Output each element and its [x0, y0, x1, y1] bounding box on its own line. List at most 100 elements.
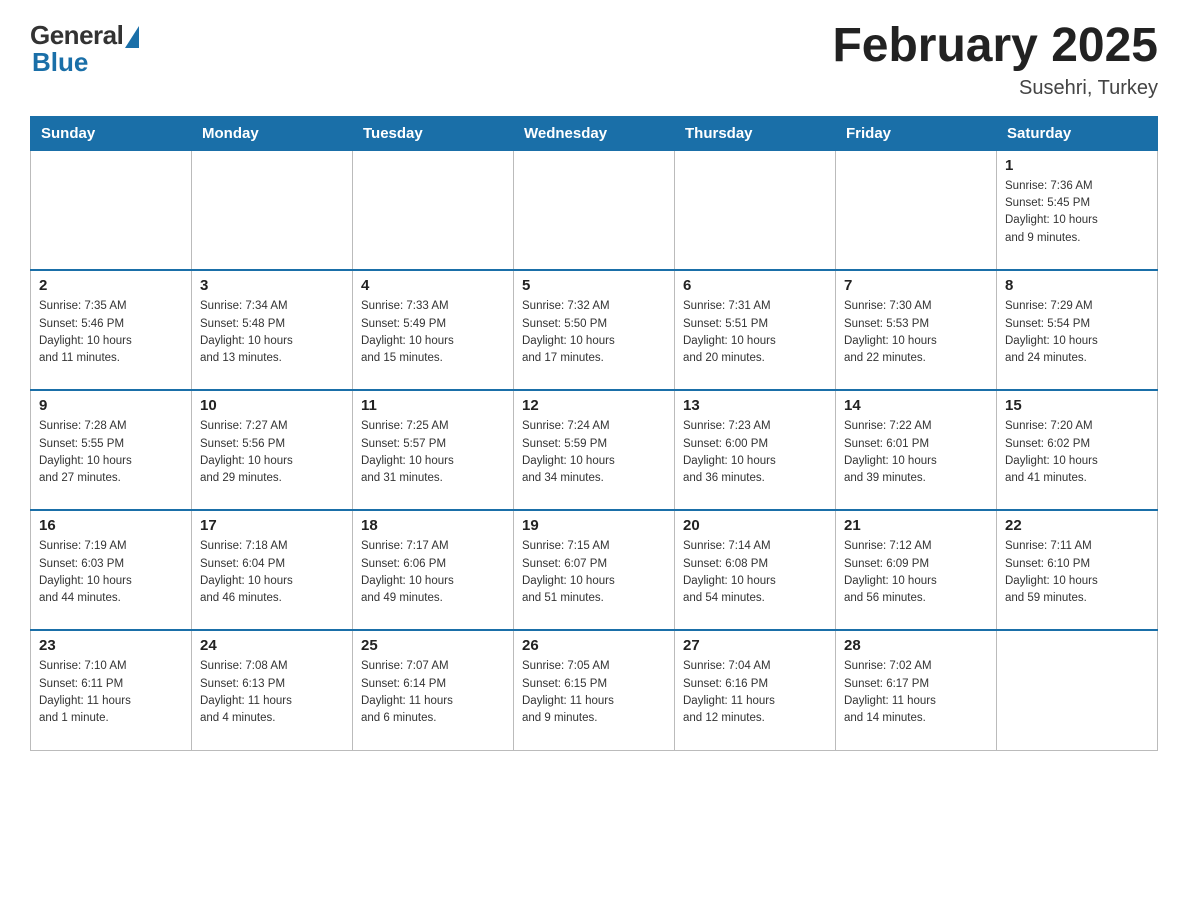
day-number: 8 [1005, 277, 1149, 294]
calendar-cell: 4 Sunrise: 7:33 AM Sunset: 5:49 PM Daylig… [353, 270, 514, 390]
day-info: Sunrise: 7:08 AM Sunset: 6:13 PM Dayligh… [200, 658, 344, 727]
calendar-cell: 22 Sunrise: 7:11 AM Sunset: 6:10 PM Dayli… [997, 510, 1158, 630]
col-header-tuesday: Tuesday [353, 116, 514, 150]
calendar-header-row: SundayMondayTuesdayWednesdayThursdayFrid… [31, 116, 1158, 150]
day-info: Sunrise: 7:05 AM Sunset: 6:15 PM Dayligh… [522, 658, 666, 727]
day-info: Sunrise: 7:28 AM Sunset: 5:55 PM Dayligh… [39, 418, 183, 487]
day-number: 21 [844, 517, 988, 534]
calendar-cell: 16Sunrise: 7:19 AM Sunset: 6:03 PM Dayli… [31, 510, 192, 630]
day-number: 1 [1005, 157, 1149, 174]
day-number: 18 [361, 517, 505, 534]
page-header: General Blue February 2025 Susehri, Turk… [30, 20, 1158, 100]
day-number: 27 [683, 637, 827, 654]
calendar-cell: 3 Sunrise: 7:34 AM Sunset: 5:48 PM Daylig… [192, 270, 353, 390]
day-info: Sunrise: 7:02 AM Sunset: 6:17 PM Dayligh… [844, 658, 988, 727]
day-number: 5 [522, 277, 666, 294]
calendar-cell: 9 Sunrise: 7:28 AM Sunset: 5:55 PM Daylig… [31, 390, 192, 510]
day-info: Sunrise: 7:36 AM Sunset: 5:45 PM Dayligh… [1005, 178, 1149, 247]
day-number: 20 [683, 517, 827, 534]
day-number: 2 [39, 277, 183, 294]
calendar-cell: 18Sunrise: 7:17 AM Sunset: 6:06 PM Dayli… [353, 510, 514, 630]
calendar-cell [353, 150, 514, 270]
day-number: 24 [200, 637, 344, 654]
calendar-cell: 27 Sunrise: 7:04 AM Sunset: 6:16 PM Dayli… [675, 630, 836, 750]
calendar-cell [675, 150, 836, 270]
day-info: Sunrise: 7:24 AM Sunset: 5:59 PM Dayligh… [522, 418, 666, 487]
day-number: 16 [39, 517, 183, 534]
week-row-2: 2 Sunrise: 7:35 AM Sunset: 5:46 PM Daylig… [31, 270, 1158, 390]
day-info: Sunrise: 7:25 AM Sunset: 5:57 PM Dayligh… [361, 418, 505, 487]
calendar-cell: 21 Sunrise: 7:12 AM Sunset: 6:09 PM Dayli… [836, 510, 997, 630]
calendar-cell [997, 630, 1158, 750]
calendar-cell [31, 150, 192, 270]
day-info: Sunrise: 7:23 AM Sunset: 6:00 PM Dayligh… [683, 418, 827, 487]
day-info: Sunrise: 7:35 AM Sunset: 5:46 PM Dayligh… [39, 298, 183, 367]
calendar-cell: 13 Sunrise: 7:23 AM Sunset: 6:00 PM Dayli… [675, 390, 836, 510]
week-row-3: 9 Sunrise: 7:28 AM Sunset: 5:55 PM Daylig… [31, 390, 1158, 510]
day-info: Sunrise: 7:11 AM Sunset: 6:10 PM Dayligh… [1005, 538, 1149, 607]
calendar-cell: 1 Sunrise: 7:36 AM Sunset: 5:45 PM Daylig… [997, 150, 1158, 270]
day-number: 15 [1005, 397, 1149, 414]
day-info: Sunrise: 7:20 AM Sunset: 6:02 PM Dayligh… [1005, 418, 1149, 487]
calendar-cell: 15 Sunrise: 7:20 AM Sunset: 6:02 PM Dayli… [997, 390, 1158, 510]
day-number: 25 [361, 637, 505, 654]
day-number: 19 [522, 517, 666, 534]
calendar-cell: 23Sunrise: 7:10 AM Sunset: 6:11 PM Dayli… [31, 630, 192, 750]
calendar-cell: 20 Sunrise: 7:14 AM Sunset: 6:08 PM Dayli… [675, 510, 836, 630]
week-row-5: 23Sunrise: 7:10 AM Sunset: 6:11 PM Dayli… [31, 630, 1158, 750]
logo-triangle-icon [125, 26, 139, 48]
day-info: Sunrise: 7:12 AM Sunset: 6:09 PM Dayligh… [844, 538, 988, 607]
calendar-cell: 6 Sunrise: 7:31 AM Sunset: 5:51 PM Daylig… [675, 270, 836, 390]
day-number: 13 [683, 397, 827, 414]
week-row-1: 1 Sunrise: 7:36 AM Sunset: 5:45 PM Daylig… [31, 150, 1158, 270]
calendar-cell: 26Sunrise: 7:05 AM Sunset: 6:15 PM Dayli… [514, 630, 675, 750]
col-header-saturday: Saturday [997, 116, 1158, 150]
calendar-cell: 10 Sunrise: 7:27 AM Sunset: 5:56 PM Dayli… [192, 390, 353, 510]
location-text: Susehri, Turkey [832, 77, 1158, 100]
logo-blue-text: Blue [32, 47, 88, 78]
col-header-friday: Friday [836, 116, 997, 150]
calendar-cell: 5 Sunrise: 7:32 AM Sunset: 5:50 PM Daylig… [514, 270, 675, 390]
day-info: Sunrise: 7:33 AM Sunset: 5:49 PM Dayligh… [361, 298, 505, 367]
calendar-cell [836, 150, 997, 270]
day-number: 14 [844, 397, 988, 414]
day-info: Sunrise: 7:31 AM Sunset: 5:51 PM Dayligh… [683, 298, 827, 367]
day-info: Sunrise: 7:29 AM Sunset: 5:54 PM Dayligh… [1005, 298, 1149, 367]
day-number: 12 [522, 397, 666, 414]
calendar-cell: 8 Sunrise: 7:29 AM Sunset: 5:54 PM Daylig… [997, 270, 1158, 390]
day-number: 10 [200, 397, 344, 414]
calendar-cell: 19 Sunrise: 7:15 AM Sunset: 6:07 PM Dayli… [514, 510, 675, 630]
calendar-cell: 24 Sunrise: 7:08 AM Sunset: 6:13 PM Dayli… [192, 630, 353, 750]
day-info: Sunrise: 7:27 AM Sunset: 5:56 PM Dayligh… [200, 418, 344, 487]
day-info: Sunrise: 7:18 AM Sunset: 6:04 PM Dayligh… [200, 538, 344, 607]
day-number: 3 [200, 277, 344, 294]
day-info: Sunrise: 7:10 AM Sunset: 6:11 PM Dayligh… [39, 658, 183, 727]
day-info: Sunrise: 7:34 AM Sunset: 5:48 PM Dayligh… [200, 298, 344, 367]
calendar-cell: 11 Sunrise: 7:25 AM Sunset: 5:57 PM Dayli… [353, 390, 514, 510]
col-header-thursday: Thursday [675, 116, 836, 150]
logo: General Blue [30, 20, 139, 78]
col-header-sunday: Sunday [31, 116, 192, 150]
day-info: Sunrise: 7:15 AM Sunset: 6:07 PM Dayligh… [522, 538, 666, 607]
calendar-cell [192, 150, 353, 270]
day-info: Sunrise: 7:14 AM Sunset: 6:08 PM Dayligh… [683, 538, 827, 607]
calendar-cell [514, 150, 675, 270]
calendar-cell: 14 Sunrise: 7:22 AM Sunset: 6:01 PM Dayli… [836, 390, 997, 510]
week-row-4: 16Sunrise: 7:19 AM Sunset: 6:03 PM Dayli… [31, 510, 1158, 630]
day-info: Sunrise: 7:32 AM Sunset: 5:50 PM Dayligh… [522, 298, 666, 367]
day-number: 6 [683, 277, 827, 294]
day-number: 11 [361, 397, 505, 414]
day-number: 22 [1005, 517, 1149, 534]
day-number: 4 [361, 277, 505, 294]
day-number: 28 [844, 637, 988, 654]
month-title: February 2025 [832, 20, 1158, 73]
calendar-cell: 12 Sunrise: 7:24 AM Sunset: 5:59 PM Dayli… [514, 390, 675, 510]
day-number: 9 [39, 397, 183, 414]
calendar-table: SundayMondayTuesdayWednesdayThursdayFrid… [30, 116, 1158, 751]
day-info: Sunrise: 7:22 AM Sunset: 6:01 PM Dayligh… [844, 418, 988, 487]
day-info: Sunrise: 7:04 AM Sunset: 6:16 PM Dayligh… [683, 658, 827, 727]
calendar-cell: 28 Sunrise: 7:02 AM Sunset: 6:17 PM Dayli… [836, 630, 997, 750]
calendar-cell: 25Sunrise: 7:07 AM Sunset: 6:14 PM Dayli… [353, 630, 514, 750]
calendar-cell: 17Sunrise: 7:18 AM Sunset: 6:04 PM Dayli… [192, 510, 353, 630]
title-area: February 2025 Susehri, Turkey [832, 20, 1158, 100]
